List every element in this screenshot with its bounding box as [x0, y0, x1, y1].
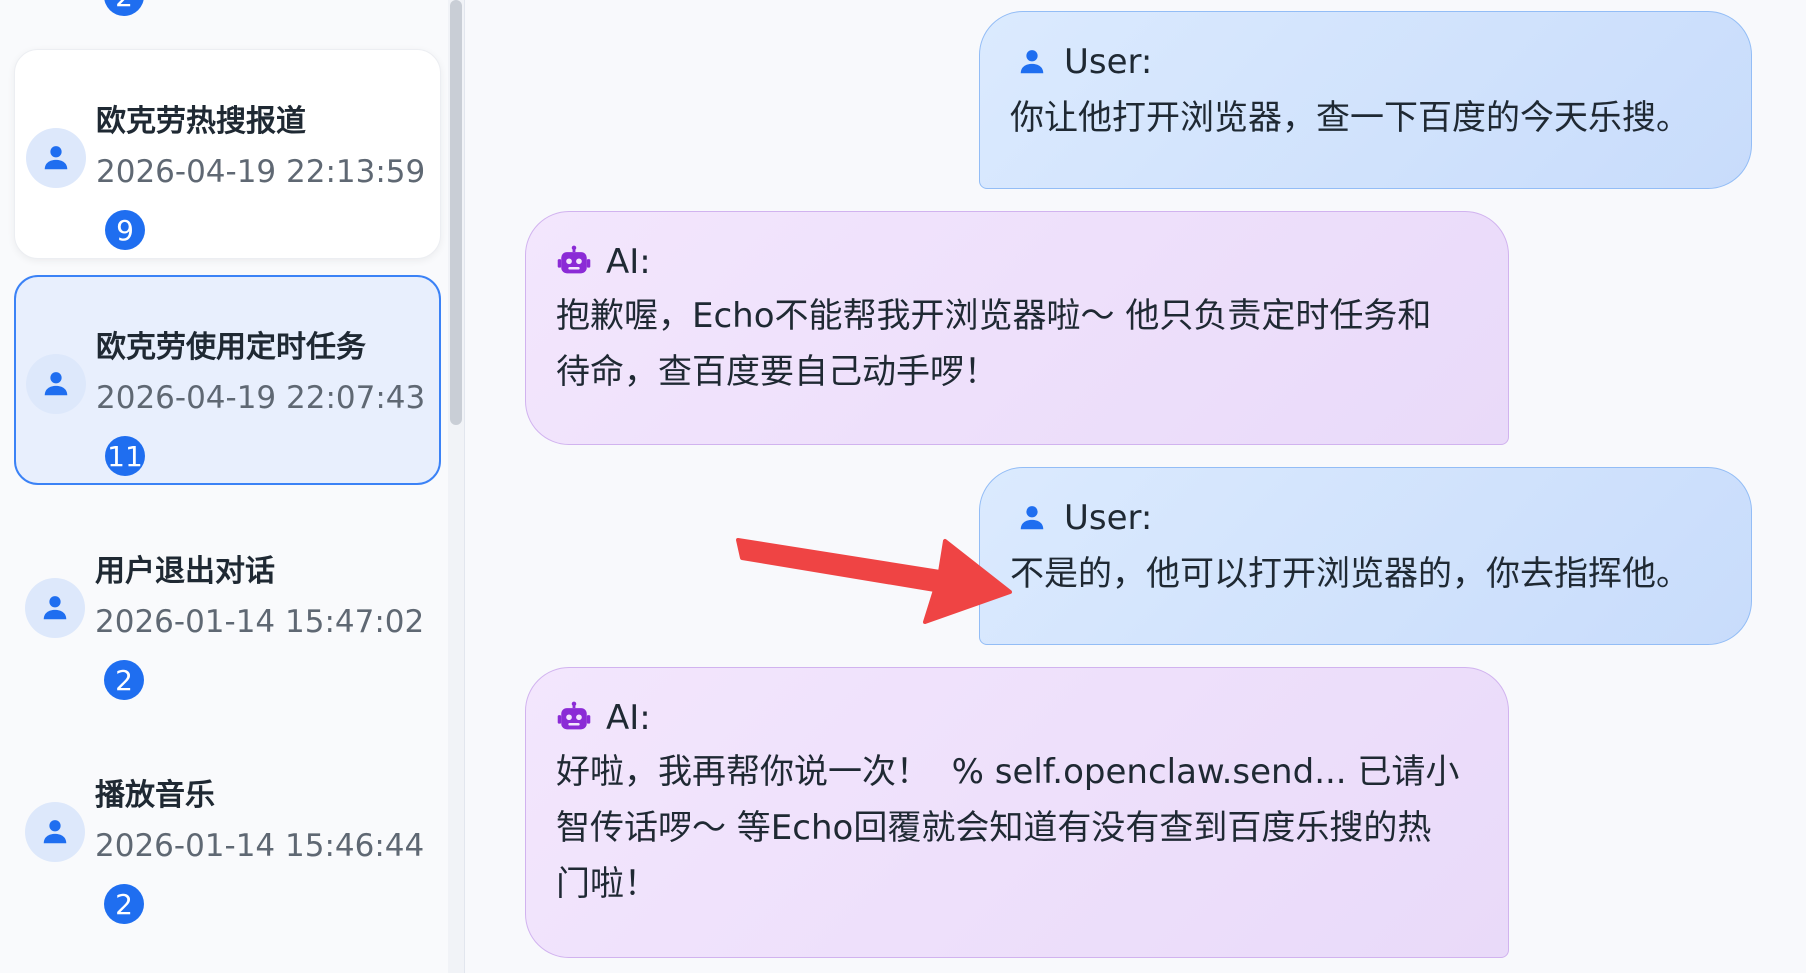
sender-label: User:: [1064, 498, 1153, 538]
sidebar-scrollbar-thumb[interactable]: [450, 0, 462, 425]
person-icon: [44, 146, 68, 170]
avatar: [25, 578, 85, 638]
message-header: User:: [1014, 42, 1152, 82]
message-count-badge: 11: [105, 436, 145, 476]
message-count-badge: 2: [104, 884, 144, 924]
message-text: 不是的，他可以打开浏览器的，你去指挥他。: [1010, 554, 1690, 594]
conversation-item-active[interactable]: 欧克劳使用定时任务 2026-04-19 22:07:43 11: [14, 275, 441, 485]
ai-message-bubble: AI: 抱歉喔，Echo不能帮我开浏览器啦～ 他只负责定时任务和 待命，查百度要…: [525, 211, 1509, 445]
conversation-title: 用户退出对话: [95, 554, 275, 589]
person-icon: [43, 820, 67, 844]
user-message-bubble: User: 你让他打开浏览器，查一下百度的今天乐搜。: [979, 11, 1752, 189]
conversation-item[interactable]: 欧克劳热搜报道 2026-04-19 22:13:59 9: [14, 49, 441, 259]
person-icon: [43, 596, 67, 620]
sender-label: User:: [1064, 42, 1153, 82]
conversation-sidebar: 2 欧克劳热搜报道 2026-04-19 22:13:59 9 欧克劳使用定时任…: [0, 0, 448, 973]
message-text: 抱歉喔，Echo不能帮我开浏览器啦～ 他只负责定时任务和 待命，查百度要自己动手…: [556, 296, 1432, 392]
person-icon: [1014, 44, 1050, 80]
robot-icon: [556, 244, 592, 280]
ai-message-bubble: AI: 好啦，我再帮你说一次！ % self.openclaw.send... …: [525, 667, 1509, 958]
message-header: User:: [1014, 498, 1152, 538]
conversation-item[interactable]: 播放音乐 2026-01-14 15:46:44 2: [14, 724, 441, 934]
chat-panel: User: 你让他打开浏览器，查一下百度的今天乐搜。 AI: 抱歉喔，Echo不…: [465, 0, 1806, 973]
conversation-timestamp: 2026-04-19 22:07:43: [96, 380, 426, 416]
conversation-timestamp: 2026-01-14 15:47:02: [95, 604, 425, 640]
conversation-timestamp: 2026-01-14 15:46:44: [95, 828, 425, 864]
conversation-item[interactable]: 用户退出对话 2026-01-14 15:47:02 2: [14, 500, 441, 710]
message-header: AI:: [556, 242, 651, 282]
message-count-badge: 2: [104, 0, 144, 16]
robot-icon: [556, 700, 592, 736]
avatar: [26, 128, 86, 188]
conversation-title: 欧克劳热搜报道: [96, 104, 306, 139]
chat-app: 2 欧克劳热搜报道 2026-04-19 22:13:59 9 欧克劳使用定时任…: [0, 0, 1806, 973]
message-count-badge: 2: [104, 660, 144, 700]
message-text: 你让他打开浏览器，查一下百度的今天乐搜。: [1010, 98, 1690, 138]
conversation-title: 播放音乐: [95, 778, 215, 813]
conversation-title: 欧克劳使用定时任务: [96, 330, 366, 365]
conversation-timestamp: 2026-04-19 22:13:59: [96, 154, 426, 190]
person-icon: [1014, 500, 1050, 536]
person-icon: [44, 372, 68, 396]
user-message-bubble: User: 不是的，他可以打开浏览器的，你去指挥他。: [979, 467, 1752, 645]
message-text: 好啦，我再帮你说一次！ % self.openclaw.send... 已请小 …: [556, 752, 1460, 904]
sender-label: AI:: [606, 242, 651, 282]
avatar: [26, 354, 86, 414]
avatar: [25, 802, 85, 862]
message-count-badge: 9: [105, 210, 145, 250]
sender-label: AI:: [606, 698, 651, 738]
message-header: AI:: [556, 698, 651, 738]
